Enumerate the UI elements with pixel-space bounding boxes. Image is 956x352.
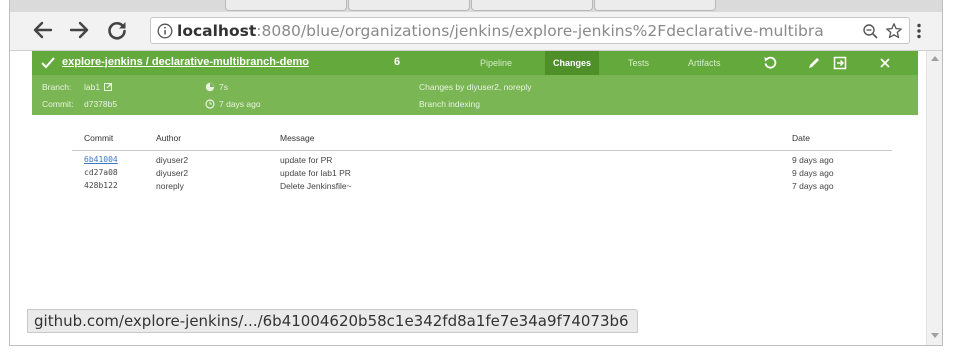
scroll-up-icon[interactable] <box>931 55 939 61</box>
tab-tests[interactable]: Tests <box>628 51 649 75</box>
branch-value[interactable]: lab1 <box>84 82 100 92</box>
job-title-link[interactable]: explore-jenkins / declarative-multibranc… <box>62 56 309 68</box>
author: noreply <box>156 181 184 191</box>
duration-value: 7s <box>219 82 228 92</box>
message: update for lab1 PR <box>280 168 351 178</box>
table-header: Commit Author Message Date <box>32 129 918 143</box>
tab-strip <box>10 0 942 12</box>
browser-window: localhost:8080/blue/organizations/jenkin… <box>9 0 943 346</box>
date: 7 days ago <box>792 181 834 191</box>
duration-icon <box>205 82 215 92</box>
run-header: explore-jenkins / declarative-multibranc… <box>32 51 918 75</box>
forward-button[interactable] <box>66 17 92 43</box>
external-link-icon[interactable] <box>104 83 112 91</box>
date: 9 days ago <box>792 155 834 165</box>
column-author: Author <box>156 133 182 143</box>
run-number: 6 <box>394 56 401 68</box>
reload-icon <box>108 22 126 40</box>
build-cause: Branch indexing <box>419 99 480 109</box>
address-bar[interactable]: localhost:8080/blue/organizations/jenkin… <box>150 17 910 44</box>
close-icon[interactable] <box>879 56 891 70</box>
url-path: :8080/blue/organizations/jenkins/explore… <box>256 21 824 40</box>
tab-artifacts[interactable]: Artifacts <box>688 51 721 75</box>
table-row[interactable]: cd27a08 diyuser2 update for lab1 PR 9 da… <box>32 168 918 180</box>
table-row[interactable]: 428b122 noreply Delete Jenkinsfile~ 7 da… <box>32 181 918 193</box>
arrow-right-icon <box>69 21 89 39</box>
tab-pipeline[interactable]: Pipeline <box>480 51 512 75</box>
message: Delete Jenkinsfile~ <box>280 181 352 191</box>
arrow-left-icon <box>33 21 53 39</box>
column-commit: Commit <box>84 133 114 143</box>
run-summary: Branch: lab1 Commit: d7378b5 7s 7 days a… <box>32 75 918 115</box>
status-bubble-url: github.com/explore-jenkins/.../6b4100462… <box>27 309 638 333</box>
author: diyuser2 <box>156 155 189 165</box>
commit-label: Commit: <box>42 99 74 109</box>
url-host: localhost <box>177 21 257 40</box>
vertical-scrollbar[interactable] <box>926 51 942 345</box>
back-button[interactable] <box>30 17 56 43</box>
changes-by: Changes by diyuser2, noreply <box>419 82 532 92</box>
zoom-icon[interactable] <box>862 23 879 40</box>
page-content: explore-jenkins / declarative-multibranc… <box>10 51 926 345</box>
browser-tab[interactable] <box>594 0 716 11</box>
column-message: Message <box>280 133 315 143</box>
menu-icon[interactable] <box>916 23 922 39</box>
url-text: localhost:8080/blue/organizations/jenkin… <box>177 22 827 40</box>
column-date: Date <box>792 133 810 143</box>
check-icon <box>41 57 55 69</box>
commit-id[interactable]: cd27a08 <box>84 168 118 177</box>
tab-changes[interactable]: Changes <box>545 51 600 75</box>
commit-link[interactable]: 6b41004 <box>84 155 118 164</box>
browser-tab[interactable] <box>348 0 470 11</box>
commit-id[interactable]: 428b122 <box>84 181 118 190</box>
browser-toolbar: localhost:8080/blue/organizations/jenkin… <box>10 12 942 51</box>
message: update for PR <box>280 155 333 165</box>
header-divider <box>72 150 892 151</box>
commit-value: d7378b5 <box>84 99 118 109</box>
author: diyuser2 <box>156 168 189 178</box>
scroll-down-icon[interactable] <box>931 333 939 339</box>
started-value: 7 days ago <box>219 99 261 109</box>
clock-icon <box>205 99 215 109</box>
edit-pencil-icon[interactable] <box>807 56 821 70</box>
table-row[interactable]: 6b41004 diyuser2 update for PR 9 days ag… <box>32 155 918 167</box>
star-icon[interactable] <box>885 22 903 40</box>
rerun-icon[interactable] <box>763 56 777 70</box>
info-icon[interactable] <box>157 23 173 39</box>
reload-button[interactable] <box>104 17 130 43</box>
date: 9 days ago <box>792 168 834 178</box>
open-classic-icon[interactable] <box>833 56 847 70</box>
browser-tab[interactable] <box>225 0 347 11</box>
branch-label: Branch: <box>42 82 72 92</box>
browser-tab[interactable] <box>471 0 593 11</box>
